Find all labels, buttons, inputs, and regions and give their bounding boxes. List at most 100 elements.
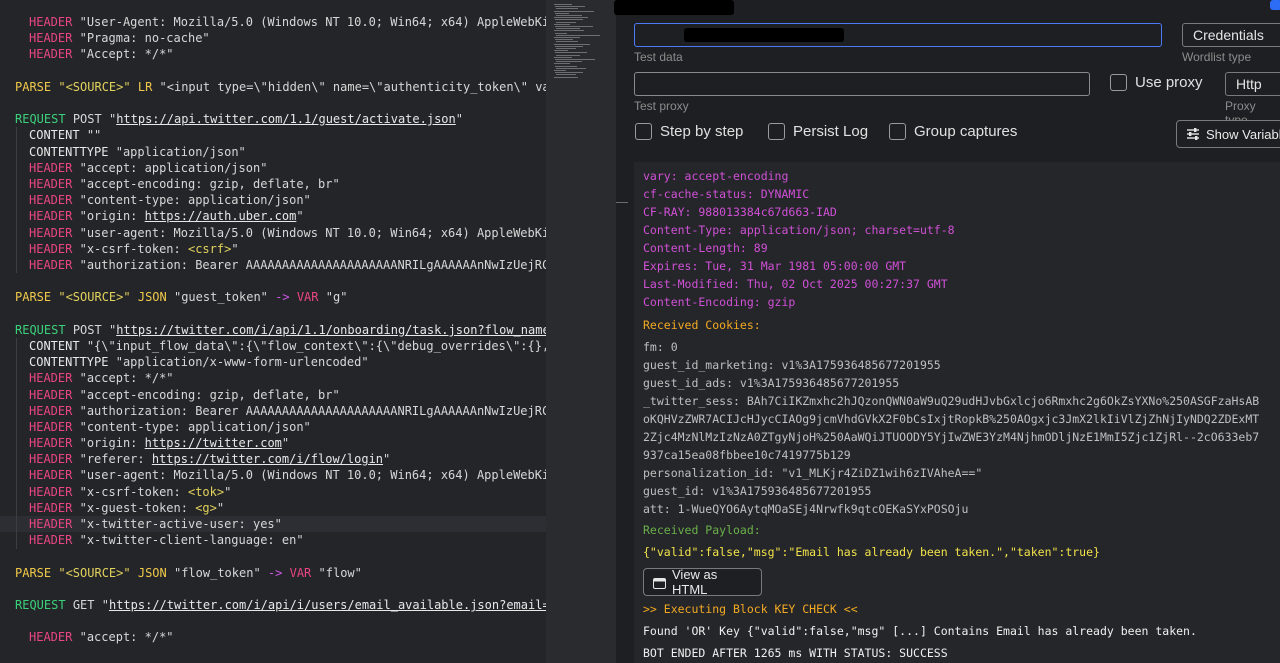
start-button[interactable]	[1270, 0, 1280, 10]
variable-ref: <tok>	[187, 485, 225, 499]
code-line[interactable]: REQUEST POST "https://twitter.com/i/api/…	[15, 322, 546, 338]
minimap-line	[556, 15, 582, 16]
code-line[interactable]: HEADER "origin: https://auth.uber.com"	[29, 208, 304, 224]
test-data-caption: Test data	[634, 50, 683, 64]
group-captures-checkbox[interactable]	[889, 123, 906, 140]
code-line[interactable]: HEADER "user-agent: Mozilla/5.0 (Windows…	[29, 225, 546, 241]
persist-log-checkbox[interactable]	[768, 123, 785, 140]
use-proxy-toggle[interactable]: Use proxy	[1110, 74, 1203, 91]
parse-source: "<SOURCE>"	[58, 566, 131, 580]
keyword-header: HEADER	[29, 258, 73, 272]
contenttype-value: "application/json"	[115, 145, 246, 159]
code-line[interactable]: CONTENTTYPE "application/x-www-form-urle…	[29, 354, 369, 370]
code-line[interactable]: HEADER "accept: */*"	[29, 370, 174, 386]
code-line[interactable]: HEADER "User-Agent: Mozilla/5.0 (Windows…	[29, 14, 546, 30]
code-line[interactable]: HEADER "accept-encoding: gzip, deflate, …	[29, 176, 340, 192]
request-url-link[interactable]: https://api.twitter.com/1.1/guest/activa…	[116, 112, 456, 126]
code-line[interactable]: HEADER "accept: application/json"	[29, 160, 267, 176]
step-by-step-checkbox[interactable]	[635, 123, 652, 140]
parse-source: "<SOURCE>"	[58, 290, 131, 304]
step-by-step-toggle[interactable]: Step by step	[635, 123, 743, 140]
code-line[interactable]: HEADER "Pragma: no-cache"	[29, 30, 210, 46]
code-line[interactable]: CONTENT ""	[29, 127, 101, 143]
keyword-content: CONTENT	[29, 128, 80, 142]
keyword-header: HEADER	[29, 436, 73, 450]
keyword-parse: PARSE	[15, 80, 52, 94]
group-captures-toggle[interactable]: Group captures	[889, 123, 1017, 140]
header-value: "content-type: application/json"	[79, 193, 311, 207]
keyword-header: HEADER	[29, 404, 73, 418]
header-value: "x-csrf-token:	[79, 485, 188, 499]
quote: "	[455, 112, 463, 126]
code-line[interactable]: HEADER "authorization: Bearer AAAAAAAAAA…	[29, 403, 546, 419]
code-line[interactable]: HEADER "authorization: Bearer AAAAAAAAAA…	[29, 257, 546, 273]
code-line[interactable]: HEADER "x-csrf-token: <csrf>"	[29, 241, 239, 257]
persist-log-toggle[interactable]: Persist Log	[768, 123, 868, 140]
header-url-link[interactable]: https://twitter.com	[145, 436, 282, 450]
request-method: GET	[72, 598, 95, 612]
bot-ended-line: BOT ENDED AFTER 1265 ms WITH STATUS: SUC…	[643, 646, 948, 660]
code-line[interactable]: HEADER "accept: */*"	[29, 629, 174, 645]
code-line[interactable]: HEADER "x-guest-token: <g>"	[29, 500, 224, 516]
keyword-contenttype: CONTENTTYPE	[29, 355, 109, 369]
code-line[interactable]: HEADER "origin: https://twitter.com"	[29, 435, 289, 451]
request-url-link[interactable]: https://twitter.com/i/api/i/users/email_…	[109, 598, 546, 612]
code-line[interactable]: REQUEST POST "https://api.twitter.com/1.…	[15, 111, 463, 127]
code-line[interactable]: CONTENTTYPE "application/json"	[29, 144, 246, 160]
view-as-html-button[interactable]: View as HTML	[643, 567, 762, 597]
minimap-line	[554, 17, 588, 19]
show-variables-label: Show Variabl	[1206, 126, 1280, 142]
code-line[interactable]: HEADER "x-csrf-token: <tok>"	[29, 484, 231, 500]
code-line[interactable]: HEADER "content-type: application/json"	[29, 419, 311, 435]
minimap-line	[555, 39, 573, 41]
cookie-line: guest_id_ads: v1%3A175936485677201955	[643, 376, 900, 390]
test-proxy-input[interactable]	[634, 72, 1090, 96]
code-line[interactable]: HEADER "x-twitter-active-user: yes"	[29, 516, 282, 532]
code-line[interactable]: HEADER "x-twitter-client-language: en"	[29, 532, 304, 548]
code-line[interactable]: HEADER "user-agent: Mozilla/5.0 (Windows…	[29, 467, 546, 483]
request-method: POST	[72, 323, 102, 337]
code-line[interactable]: HEADER "accept-encoding: gzip, deflate, …	[29, 387, 340, 403]
response-header-line: Content-Encoding: gzip	[643, 295, 796, 309]
minimap-line	[554, 50, 568, 52]
minimap-line	[554, 10, 594, 12]
parse-mode: JSON	[137, 566, 167, 580]
minimap-line	[556, 54, 580, 56]
cookie-line: personalization_id: "v1_MLKjr4ZiDZ1wih6z…	[643, 466, 983, 480]
minimap-line	[554, 4, 572, 5]
proxy-type-select[interactable]: Http	[1225, 72, 1280, 96]
keyword-header: HEADER	[29, 517, 73, 531]
request-url-link[interactable]: https://twitter.com/i/api/1.1/onboarding…	[116, 323, 546, 337]
code-line[interactable]: PARSE "<SOURCE>" LR "<input type=\"hidde…	[15, 79, 546, 95]
code-line[interactable]: HEADER "referer: https://twitter.com/i/f…	[29, 451, 390, 467]
code-line[interactable]: HEADER "content-type: application/json"	[29, 192, 311, 208]
response-header-line: vary: accept-encoding	[643, 169, 789, 183]
code-line[interactable]: PARSE "<SOURCE>" JSON "flow_token" -> VA…	[15, 565, 362, 581]
editor-minimap[interactable]	[546, 0, 616, 663]
debugger-log[interactable]: vary: accept-encoding cf-cache-status: DY…	[634, 162, 1280, 663]
code-line[interactable]: CONTENT "{\"input_flow_data\":{\"flow_co…	[29, 338, 546, 354]
payload-line: {"valid":false,"msg":"Email has already …	[643, 545, 1100, 559]
minimap-line	[555, 72, 583, 74]
redaction-mark	[684, 28, 844, 42]
parse-arrow: ->	[275, 290, 290, 304]
show-variables-button[interactable]: Show Variabl	[1176, 120, 1280, 148]
view-as-html-label: View as HTML	[672, 567, 718, 597]
header-value: "User-Agent: Mozilla/5.0 (Windows NT 10.…	[79, 15, 546, 29]
use-proxy-checkbox[interactable]	[1110, 74, 1127, 91]
header-url-link[interactable]: https://twitter.com/i/flow/login	[152, 452, 383, 466]
minimap-line	[554, 23, 570, 25]
wordlist-type-select[interactable]: Credentials	[1182, 23, 1280, 47]
header-value: "x-twitter-active-user: yes"	[79, 517, 282, 531]
debugger-panel: Test data Credentials Wordlist type Test…	[614, 0, 1280, 663]
code-line[interactable]: PARSE "<SOURCE>" JSON "guest_token" -> V…	[15, 289, 347, 305]
code-line[interactable]: REQUEST GET "https://twitter.com/i/api/i…	[15, 597, 546, 613]
header-value: "	[296, 209, 304, 223]
keyword-request: REQUEST	[15, 323, 66, 337]
header-value: "x-csrf-token:	[79, 242, 188, 256]
script-editor[interactable]: HEADER "User-Agent: Mozilla/5.0 (Windows…	[0, 0, 546, 663]
content-value: "{\"input_flow_data\":{\"flow_context\":…	[86, 339, 546, 353]
minimap-line	[555, 6, 585, 8]
header-url-link[interactable]: https://auth.uber.com	[145, 209, 297, 223]
code-line[interactable]: HEADER "Accept: */*"	[29, 46, 174, 62]
